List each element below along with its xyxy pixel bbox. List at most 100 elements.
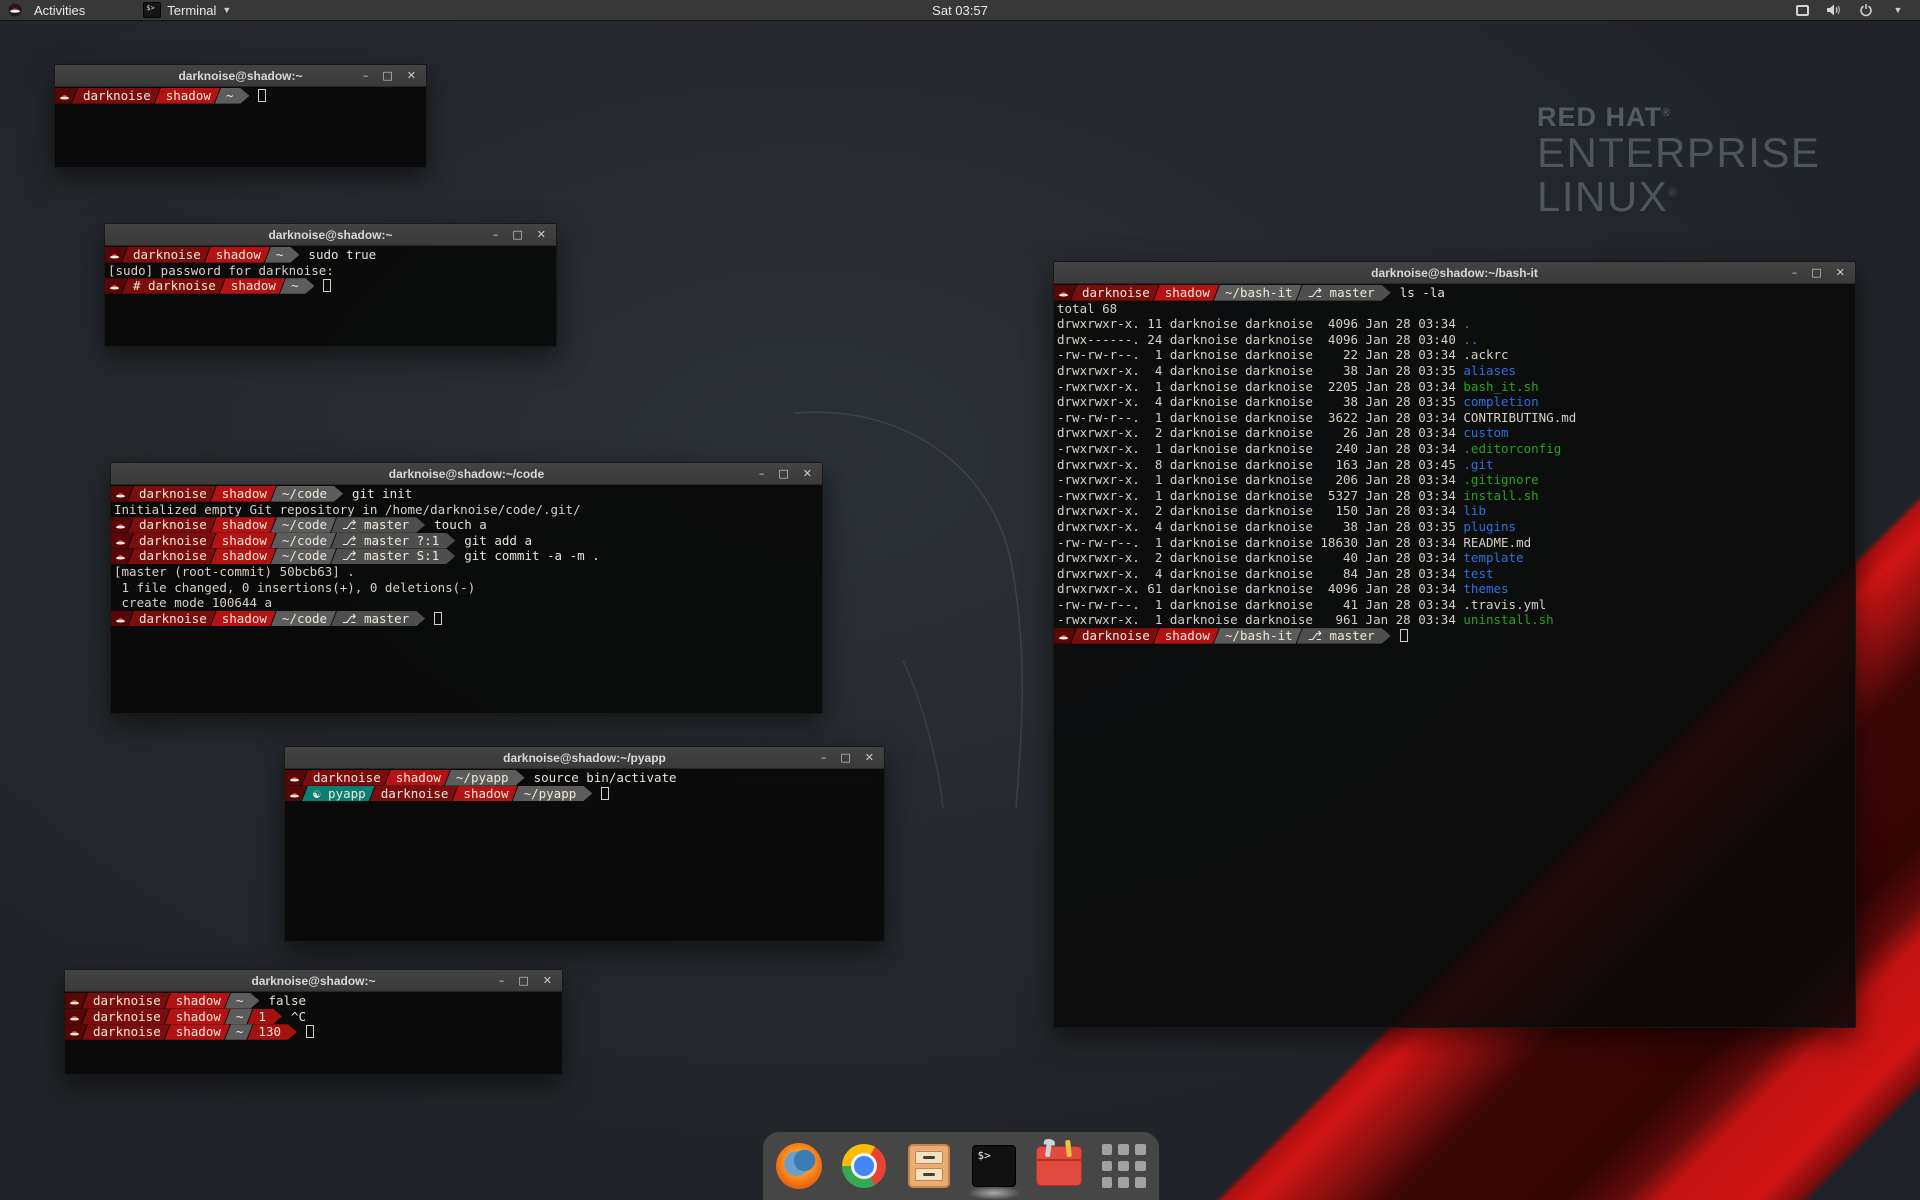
prompt-segment-dir: ~/pyapp [513,786,593,802]
window-title: darknoise@shadow:~/pyapp [285,751,884,765]
terminal-window-home-1[interactable]: darknoise@shadow:~ –□✕ darknoiseshadow~ [54,64,427,168]
volume-icon[interactable] [1826,3,1842,17]
terminal-line: drwxrwxr-x. 4 darknoise darknoise 38 Jan… [1054,519,1855,535]
terminal-line: darknoiseshadow~false [65,993,562,1009]
titlebar[interactable]: darknoise@shadow:~/pyapp –□ ✕ [285,747,884,769]
titlebar[interactable]: darknoise@shadow:~ –□✕ [105,224,556,246]
prompt-segment-host: shadow [211,517,276,533]
prompt-segment-host: shadow [211,611,276,627]
prompt-segment-host: shadow [165,1024,230,1040]
terminal-screen[interactable]: darknoiseshadow~/pyappsource bin/activat… [285,769,884,941]
prompt-segment-user: # darknoise [122,278,225,294]
terminal-window-pyapp[interactable]: darknoise@shadow:~/pyapp –□ ✕ darknoisesh… [284,746,885,942]
prompt-segment-user: darknoise [1071,628,1159,644]
prompt-segment-host: shadow [165,1009,230,1025]
file-name: custom [1463,425,1508,440]
terminal-line: Initialized empty Git repository in /hom… [111,502,822,518]
maximize-button[interactable]: □ [518,970,528,992]
terminal-window-bash-it[interactable]: darknoise@shadow:~/bash-it –□ ✕ darknoise… [1053,261,1856,1028]
prompt-segment-host: shadow [211,486,276,502]
system-status-area[interactable]: ▼ [1794,3,1920,17]
prompt-segment-dir: ~ [225,1009,253,1025]
terminal-screen[interactable]: darknoiseshadow~falsedarknoiseshadow~1^C… [65,992,562,1074]
titlebar[interactable]: darknoise@shadow:~ –□✕ [65,970,562,992]
prompt-segment-host: shadow [205,247,270,263]
window-title: darknoise@shadow:~/bash-it [1054,266,1855,280]
maximize-button[interactable]: □ [382,65,392,87]
terminal-window-home-2[interactable]: darknoise@shadow:~ –□✕ darknoiseshadow~f… [64,969,563,1075]
terminal-window-sudo[interactable]: darknoise@shadow:~ –□✕ darknoiseshadow~s… [104,223,557,347]
window-title: darknoise@shadow:~/code [111,467,822,481]
file-name: .travis.yml [1463,597,1546,612]
minimize-button[interactable]: – [759,463,765,485]
terminal-line: ☯ pyappdarknoiseshadow~/pyapp [285,786,884,802]
close-button[interactable]: ✕ [537,224,546,246]
maximize-button[interactable]: □ [512,224,522,246]
close-button[interactable]: ✕ [865,747,874,769]
terminal-icon[interactable]: $> [970,1142,1018,1190]
terminal-line: -rw-rw-r--. 1 darknoise darknoise 22 Jan… [1054,347,1855,363]
activities-button[interactable]: Activities [30,3,89,18]
prompt-segment-git: ⎇ master ?:1 [331,533,455,549]
terminal-line: darknoiseshadow~1^C [65,1009,562,1025]
prompt-segment-venv: ☯ pyapp [302,786,375,802]
terminal-cursor [258,89,266,102]
terminal-screen[interactable]: darknoiseshadow~/bash-it⎇ masterls -lato… [1054,284,1855,1027]
command-text: source bin/activate [534,770,677,785]
prompt-segment-dir: ~ [215,88,250,104]
terminal-mini-icon: $> [143,2,161,18]
prompt-segment-user: darknoise [370,786,458,802]
file-name: .git [1463,457,1493,472]
app-menu-label: Terminal [167,3,216,18]
titlebar[interactable]: darknoise@shadow:~/bash-it –□ ✕ [1054,262,1855,284]
terminal-screen[interactable]: darknoiseshadow~ [55,87,426,167]
close-button[interactable]: ✕ [1836,262,1845,284]
file-name: uninstall.sh [1463,612,1553,627]
prompt-segment-dir: ~/code [271,486,343,502]
minimize-button[interactable]: – [499,970,505,992]
terminal-line: darknoiseshadow~/code⎇ mastertouch a [111,517,822,533]
file-name: CONTRIBUTING.md [1463,410,1576,425]
chrome-icon[interactable] [840,1142,888,1190]
firefox-icon[interactable] [775,1142,823,1190]
terminal-line: darknoiseshadow~sudo true [105,247,556,263]
prompt-segment-git: ⎇ master S:1 [331,548,455,564]
screen-icon[interactable] [1794,3,1810,17]
maximize-button[interactable]: □ [840,747,850,769]
terminal-line: -rw-rw-r--. 1 darknoise darknoise 3622 J… [1054,410,1855,426]
file-name: README.md [1463,535,1531,550]
terminal-screen[interactable]: darknoiseshadow~sudo true[sudo] password… [105,246,556,346]
prompt-segment-host: shadow [211,533,276,549]
clock[interactable]: Sat 03:57 [0,3,1920,18]
prompt-segment-host: shadow [155,88,220,104]
terminal-line: -rwxrwxr-x. 1 darknoise darknoise 206 Ja… [1054,472,1855,488]
maximize-button[interactable]: □ [1811,262,1821,284]
terminal-line: darknoiseshadow~/bash-it⎇ masterls -la [1054,285,1855,301]
close-button[interactable]: ✕ [543,970,552,992]
terminal-line: -rwxrwxr-x. 1 darknoise darknoise 2205 J… [1054,379,1855,395]
minimize-button[interactable]: – [363,65,369,87]
terminal-line: # darknoiseshadow~ [105,278,556,294]
titlebar[interactable]: darknoise@shadow:~ –□✕ [55,65,426,87]
close-button[interactable]: ✕ [803,463,812,485]
file-name: themes [1463,581,1508,596]
command-text: ^C [291,1009,306,1024]
chevron-down-icon[interactable]: ▼ [1890,3,1906,17]
terminal-cursor [1400,629,1408,642]
terminal-screen[interactable]: darknoiseshadow~/codegit initInitialized… [111,485,822,713]
minimize-button[interactable]: – [1792,262,1798,284]
terminal-window-code[interactable]: darknoise@shadow:~/code –□ ✕ darknoisesha… [110,462,823,714]
terminal-line: darknoiseshadow~/codegit init [111,486,822,502]
maximize-button[interactable]: □ [778,463,788,485]
toolbox-icon[interactable] [1035,1142,1083,1190]
minimize-button[interactable]: – [821,747,827,769]
close-button[interactable]: ✕ [407,65,416,87]
power-icon[interactable] [1858,3,1874,17]
app-grid-icon[interactable] [1100,1142,1148,1190]
rhel-logo: RED HAT® ENTERPRISE LINUX® [1537,103,1820,218]
files-icon[interactable] [905,1142,953,1190]
minimize-button[interactable]: – [493,224,499,246]
titlebar[interactable]: darknoise@shadow:~/code –□ ✕ [111,463,822,485]
app-menu-terminal[interactable]: $> Terminal ▼ [143,2,231,18]
command-text: git add a [464,533,532,548]
